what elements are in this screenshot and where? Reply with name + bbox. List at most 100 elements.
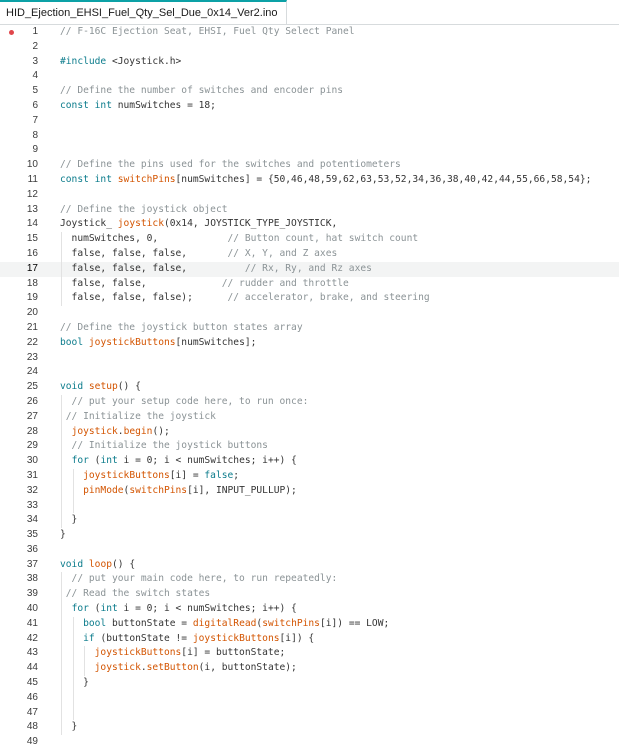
code-line[interactable]: 31 joystickButtons[i] = false; [0,468,619,484]
code-line[interactable]: 39 // Read the switch states [0,587,619,603]
code-line[interactable]: 12 [0,188,619,203]
code-text: Joystick_ joystick(0x14, JOYSTICK_TYPE_J… [60,217,337,232]
code-line[interactable]: 11 const int switchPins[numSwitches] = {5… [0,173,619,188]
line-number: 41 [26,617,38,629]
code-line[interactable]: 34 } [0,513,619,529]
code-token: setup [88,381,118,393]
code-line[interactable]: 40 for (int i = 0; i < numSwitches; i++)… [0,602,619,617]
code-token: // rudder and throttle [221,277,349,289]
code-token: // Initialize the joystick buttons [60,440,268,452]
code-line[interactable]: 16 false, false, false, // X, Y, and Z a… [0,246,619,262]
code-line[interactable]: 35} [0,528,619,543]
code-line[interactable]: 25 void setup() { [0,380,619,395]
code-line[interactable]: 30 for (int i = 0; i < numSwitches; i++)… [0,454,619,469]
code-line[interactable]: 45 } [0,676,619,691]
code-line[interactable]: 19 false, false, false); // accelerator,… [0,291,619,307]
code-line[interactable]: 42 if (buttonState != joystickButtons[i]… [0,631,619,647]
line-number: 31 [26,469,38,481]
code-token: () { [112,558,136,570]
line-number: 36 [26,543,38,555]
code-line[interactable]: 46 [0,690,619,706]
code-token: [numSwitches]; [175,336,257,348]
code-line[interactable]: 24 [0,365,619,380]
code-line[interactable]: 47 [0,705,619,721]
code-token: int [100,455,118,467]
code-line[interactable]: 22 bool joystickButtons[numSwitches]; [0,336,619,351]
line-number: 13 [26,203,38,215]
code-token: // Define the number of switches and enc… [60,85,344,97]
code-text: for (int i = 0; i < numSwitches; i++) { [60,454,297,469]
code-token: // Define the pins used for the switches… [60,159,401,171]
code-line[interactable]: 28 joystick.begin(); [0,424,619,440]
code-token: [numSwitches] = {50,46,48,59,62,63,53,52… [175,173,592,185]
code-line[interactable]: 18 false, false, // rudder and throttle [0,276,619,292]
line-number: 24 [26,366,38,378]
line-number: 8 [32,129,38,141]
line-number: 40 [26,603,38,615]
line-number: 12 [26,188,38,200]
code-line[interactable]: 4 [0,69,619,84]
code-line[interactable]: 36 [0,543,619,558]
code-line[interactable]: 49 [0,735,619,750]
file-tab[interactable]: HID_Ejection_EHSI_Fuel_Qty_Sel_Due_0x14_… [0,0,287,24]
code-token: false [204,469,234,481]
code-line[interactable]: 17 false, false, false, // Rx, Ry, and R… [0,261,619,277]
code-text: // put your setup code here, to run once… [60,395,309,410]
code-token: ; [233,469,240,481]
line-number: 1 [32,26,38,37]
code-token: joystickButtons [192,632,280,644]
indent-guide [72,690,74,706]
code-token: i = 0; i < numSwitches; i++) { [117,603,297,615]
code-line[interactable]: 21 // Define the joystick button states a… [0,321,619,336]
line-number: 39 [26,588,38,600]
code-line[interactable]: 15 numSwitches, 0, // Button count, hat … [0,232,619,247]
line-number: 33 [26,499,38,511]
code-line[interactable]: 10 // Define the pins used for the switch… [0,158,619,173]
code-token: numSwitches = 18; [111,99,216,111]
code-text: false, false, // rudder and throttle [60,277,349,292]
code-line[interactable]: 20 [0,306,619,321]
code-line[interactable]: 14 Joystick_ joystick(0x14, JOYSTICK_TYPE… [0,217,619,232]
code-line[interactable]: 2 [0,40,619,55]
code-line[interactable]: 5 // Define the number of switches and en… [0,84,619,99]
code-line[interactable]: 7 [0,114,619,129]
code-line[interactable]: 9 [0,143,619,158]
code-line[interactable]: 41 bool buttonState = digitalRead(switch… [0,616,619,632]
code-line[interactable]: 13 // Define the joystick object [0,203,619,218]
code-line[interactable]: 23 [0,351,619,366]
code-line[interactable]: 37 void loop() { [0,558,619,573]
line-number: 48 [26,721,38,733]
code-line[interactable]: 33 [0,498,619,514]
code-token: // Rx, Ry, and Rz axes [244,262,372,274]
code-token: [i] = buttonState; [181,647,286,659]
code-line[interactable]: 44 joystick.setButton(i, buttonState); [0,661,619,677]
code-line[interactable]: 27 // Initialize the joystick [0,409,619,425]
line-number: 7 [32,114,38,126]
code-line[interactable]: 1 // F-16C Ejection Seat, EHSI, Fuel Qty … [0,25,619,40]
code-text: joystick.begin(); [60,425,170,440]
line-number: 23 [26,351,38,363]
code-token: void [60,381,84,393]
code-line[interactable]: 26 // put your setup code here, to run o… [0,394,619,410]
line-number: 14 [26,218,38,230]
code-line[interactable]: 43 joystickButtons[i] = buttonState; [0,646,619,662]
line-number: 32 [26,484,38,496]
code-line[interactable]: 29 // Initialize the joystick buttons [0,439,619,455]
code-token: i = 0; i < numSwitches; i++) { [117,455,297,467]
code-editor[interactable]: 1 // F-16C Ejection Seat, EHSI, Fuel Qty … [0,25,619,750]
code-line[interactable]: 3 #include <Joystick.h> [0,55,619,70]
code-token: numSwitches, 0, [60,233,228,245]
code-token: switchPins [129,484,188,496]
code-line[interactable]: 32 pinMode(switchPins[i], INPUT_PULLUP); [0,483,619,499]
code-line[interactable]: 6 const int numSwitches = 18; [0,99,619,114]
code-token: #include [60,55,112,67]
code-line[interactable]: 8 [0,129,619,144]
code-line[interactable]: 38 // put your main code here, to run re… [0,572,619,588]
line-number: 27 [26,410,38,422]
line-number: 10 [26,159,38,171]
code-text: joystickButtons[i] = false; [60,469,239,484]
code-token: (i, buttonState); [198,662,297,674]
code-line[interactable]: 48 } [0,720,619,736]
